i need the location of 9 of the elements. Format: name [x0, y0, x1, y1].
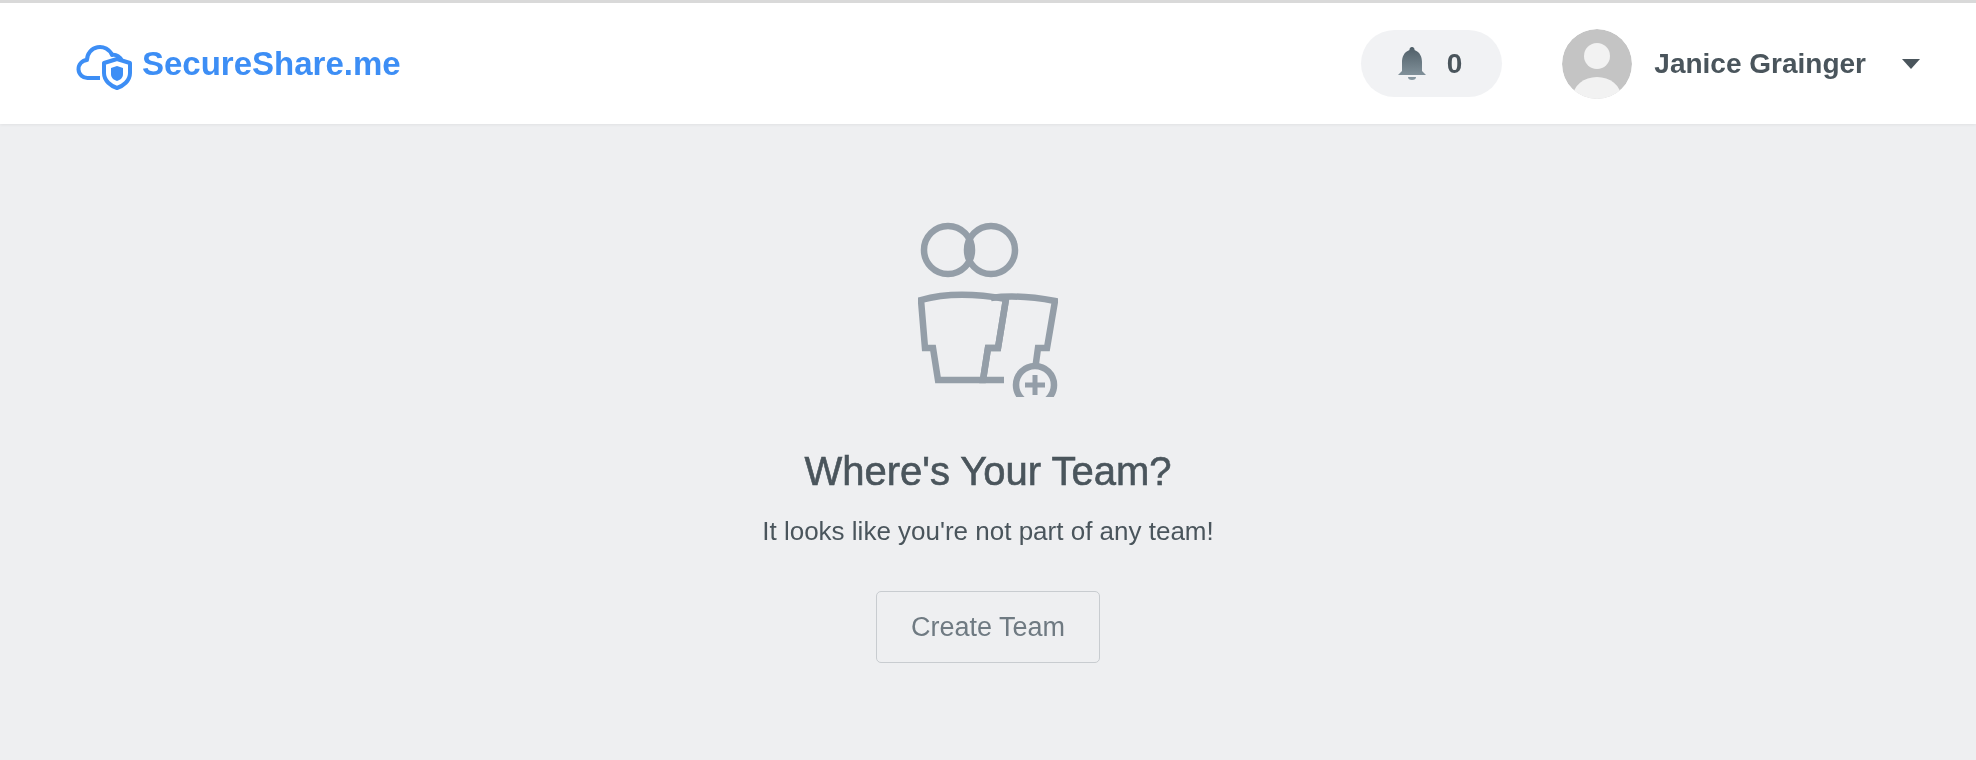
bell-icon: [1396, 46, 1427, 81]
notifications-button[interactable]: 0: [1360, 30, 1503, 97]
caret-icon: [1902, 58, 1920, 69]
empty-state-message: It looks like you're not part of any team!: [762, 516, 1214, 547]
empty-state-title: Where's Your Team?: [804, 449, 1172, 494]
team-add-icon: [918, 220, 1058, 397]
user-menu-button[interactable]: Janice Grainger: [1562, 28, 1920, 99]
create-team-button[interactable]: Create Team: [876, 591, 1100, 663]
avatar-icon: [1562, 28, 1633, 99]
